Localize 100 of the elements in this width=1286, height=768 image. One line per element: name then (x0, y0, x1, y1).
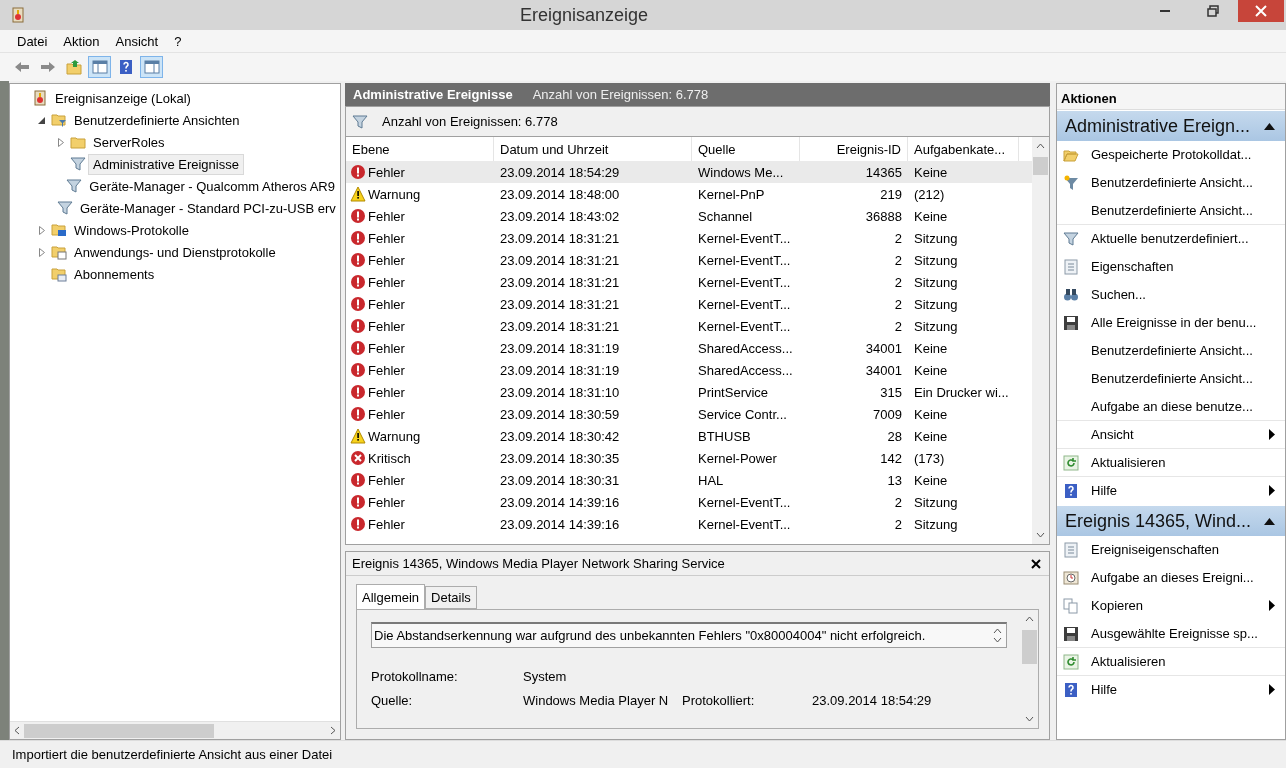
toolbar-button[interactable] (140, 56, 163, 78)
event-row[interactable]: Fehler 23.09.2014 18:31:21 Kernel-EventT... 2 Sitzung (346, 293, 1032, 315)
tree-item[interactable]: Geräte-Manager - Standard PCI-zu-USB erv (75, 197, 340, 219)
toolbar-button[interactable] (88, 56, 111, 78)
tree-item[interactable]: Abonnements (69, 263, 160, 285)
tree-item[interactable]: Benutzerdefinierte Ansichten (69, 109, 245, 131)
menu-item[interactable]: Aktion (56, 33, 107, 49)
error-icon (350, 406, 366, 422)
refresh-icon (1063, 653, 1079, 670)
horizontal-scrollbar[interactable] (10, 721, 340, 739)
error-icon (350, 230, 366, 246)
action-item[interactable]: Benutzerdefinierte Ansicht... (1057, 197, 1285, 225)
table-cell-text: (173) (913, 449, 946, 468)
action-item[interactable]: Hilfe (1057, 477, 1285, 505)
event-row[interactable]: Fehler 23.09.2014 18:31:21 Kernel-EventT... 2 Sitzung (346, 227, 1032, 249)
tree-item[interactable]: Anwendungs- und Dienstprotokolle (69, 241, 281, 263)
field-label: Protokollname: (371, 669, 459, 684)
action-item[interactable]: Ausgewählte Ereignisse sp... (1057, 620, 1285, 648)
event-row[interactable]: Warnung 23.09.2014 18:48:00 Kernel-PnP 219 (212) (346, 183, 1032, 205)
window-title: Ereignisanzeige (518, 4, 650, 26)
table-cell-text: 23.09.2014 18:31:19 (499, 339, 621, 358)
event-row[interactable]: Fehler 23.09.2014 14:39:16 Kernel-EventT... 2 Sitzung (346, 491, 1032, 513)
action-item[interactable]: Ansicht (1057, 421, 1285, 449)
filter-icon (57, 200, 73, 216)
field-value: 23.09.2014 18:54:29 (812, 693, 933, 708)
vertical-scrollbar[interactable] (1021, 610, 1038, 728)
event-row[interactable]: Fehler 23.09.2014 18:30:59 Service Contr... 7009 Keine (346, 403, 1032, 425)
collapse-triangle-icon[interactable] (1264, 517, 1275, 525)
scroll-left-icon[interactable] (14, 726, 20, 735)
tree-item[interactable]: Geräte-Manager - Qualcomm Atheros AR9 (84, 175, 340, 197)
table-cell-text: 2 (893, 493, 903, 512)
scroll-up-icon[interactable] (1036, 143, 1045, 149)
vertical-scrollbar[interactable] (1032, 137, 1049, 544)
scroll-thumb[interactable] (24, 723, 214, 738)
event-row[interactable]: Warnung 23.09.2014 18:30:42 BTHUSB 28 Keine (346, 425, 1032, 447)
field-value: Windows Media Player N (523, 693, 670, 708)
expanded-triangle-icon[interactable] (38, 116, 45, 124)
scroll-thumb[interactable] (1033, 157, 1048, 175)
table-cell-text: 13 (886, 471, 903, 490)
table-cell: Fehler (368, 164, 405, 180)
table-cell-text: 23.09.2014 18:30:31 (499, 471, 621, 490)
event-row[interactable]: Kritisch 23.09.2014 18:30:35 Kernel-Power 142 (173) (346, 447, 1032, 469)
action-item[interactable]: Suchen... (1057, 281, 1285, 309)
action-item[interactable]: Benutzerdefinierte Ansicht... (1057, 169, 1285, 197)
tree-item[interactable]: Administrative Ereignisse (88, 153, 244, 175)
event-row[interactable]: Fehler 23.09.2014 18:31:10 PrintService 315 Ein Drucker wi... (346, 381, 1032, 403)
table-cell-text: Sitzung (913, 317, 959, 336)
event-row[interactable]: Fehler 23.09.2014 18:54:29 Windows Me... 14365 Keine (346, 161, 1032, 183)
event-row[interactable]: Fehler 23.09.2014 18:30:31 HAL 13 Keine (346, 469, 1032, 491)
action-item[interactable]: Gespeicherte Protokolldat... (1057, 141, 1285, 169)
action-item[interactable]: Kopieren (1057, 592, 1285, 620)
scroll-down-icon[interactable] (1025, 716, 1034, 722)
table-cell-text: Keine (913, 405, 949, 424)
table-cell: Fehler (368, 208, 405, 224)
table-cell: Fehler (368, 230, 405, 246)
tab[interactable]: Allgemein (356, 584, 426, 609)
event-row[interactable]: Fehler 23.09.2014 18:31:21 Kernel-EventT... 2 Sitzung (346, 315, 1032, 337)
action-item[interactable]: Benutzerdefinierte Ansicht... (1057, 365, 1285, 393)
event-row[interactable]: Fehler 23.09.2014 18:31:21 Kernel-EventT... 2 Sitzung (346, 249, 1032, 271)
menu-item[interactable]: ? (167, 33, 189, 49)
action-item[interactable]: Eigenschaften (1057, 253, 1285, 281)
event-row[interactable]: Fehler 23.09.2014 18:31:19 SharedAccess... 34001 Keine (346, 337, 1032, 359)
action-item[interactable]: Hilfe (1057, 676, 1285, 704)
action-item[interactable]: Alle Ereignisse in der benu... (1057, 309, 1285, 337)
table-cell-text: Kernel-EventT... (697, 229, 792, 248)
folder-filter-icon (51, 112, 67, 128)
help-icon (1063, 482, 1079, 499)
tree-item[interactable]: Ereignisanzeige (Lokal) (50, 87, 196, 109)
collapsed-triangle-icon[interactable] (38, 225, 45, 235)
tab[interactable]: Details (425, 586, 477, 609)
table-cell-text: Sitzung (913, 295, 959, 314)
action-item[interactable]: Benutzerdefinierte Ansicht... (1057, 337, 1285, 365)
event-row[interactable]: Fehler 23.09.2014 18:43:02 Schannel 36888 Keine (346, 205, 1032, 227)
action-item[interactable]: Aktuelle benutzerdefiniert... (1057, 225, 1285, 253)
scroll-right-icon[interactable] (330, 726, 336, 735)
collapse-triangle-icon[interactable] (1264, 122, 1275, 130)
action-item[interactable]: Aktualisieren (1057, 449, 1285, 477)
menu-item[interactable]: Datei (10, 33, 55, 49)
scroll-down-icon[interactable] (1036, 532, 1045, 538)
menu-item[interactable]: Ansicht (108, 33, 166, 49)
close-button[interactable] (1238, 0, 1284, 22)
collapsed-triangle-icon[interactable] (57, 137, 64, 147)
action-item[interactable]: Ereigniseigenschaften (1057, 536, 1285, 564)
close-icon[interactable] (1031, 558, 1041, 569)
table-cell-text: 7009 (872, 405, 903, 424)
event-row[interactable]: Fehler 23.09.2014 18:31:21 Kernel-EventT... 2 Sitzung (346, 271, 1032, 293)
collapsed-triangle-icon[interactable] (38, 247, 45, 257)
scroll-up-icon[interactable] (1025, 616, 1034, 622)
action-item[interactable]: Aufgabe an diese benutze... (1057, 393, 1285, 421)
tree-item[interactable]: Windows-Protokolle (69, 219, 194, 241)
action-item[interactable]: Aktualisieren (1057, 648, 1285, 676)
table-cell-text: Schannel (697, 207, 754, 226)
event-row[interactable]: Fehler 23.09.2014 14:39:16 Kernel-EventT... 2 Sitzung (346, 513, 1032, 535)
event-row[interactable]: Fehler 23.09.2014 18:31:19 SharedAccess... 34001 Keine (346, 359, 1032, 381)
critical-icon (350, 450, 366, 466)
section-header[interactable]: Administrative Ereign... (1057, 111, 1285, 141)
tree-item[interactable]: ServerRoles (88, 131, 170, 153)
scroll-thumb[interactable] (1022, 630, 1037, 664)
action-item[interactable]: Aufgabe an dieses Ereigni... (1057, 564, 1285, 592)
section-header[interactable]: Ereignis 14365, Wind... (1057, 506, 1285, 536)
